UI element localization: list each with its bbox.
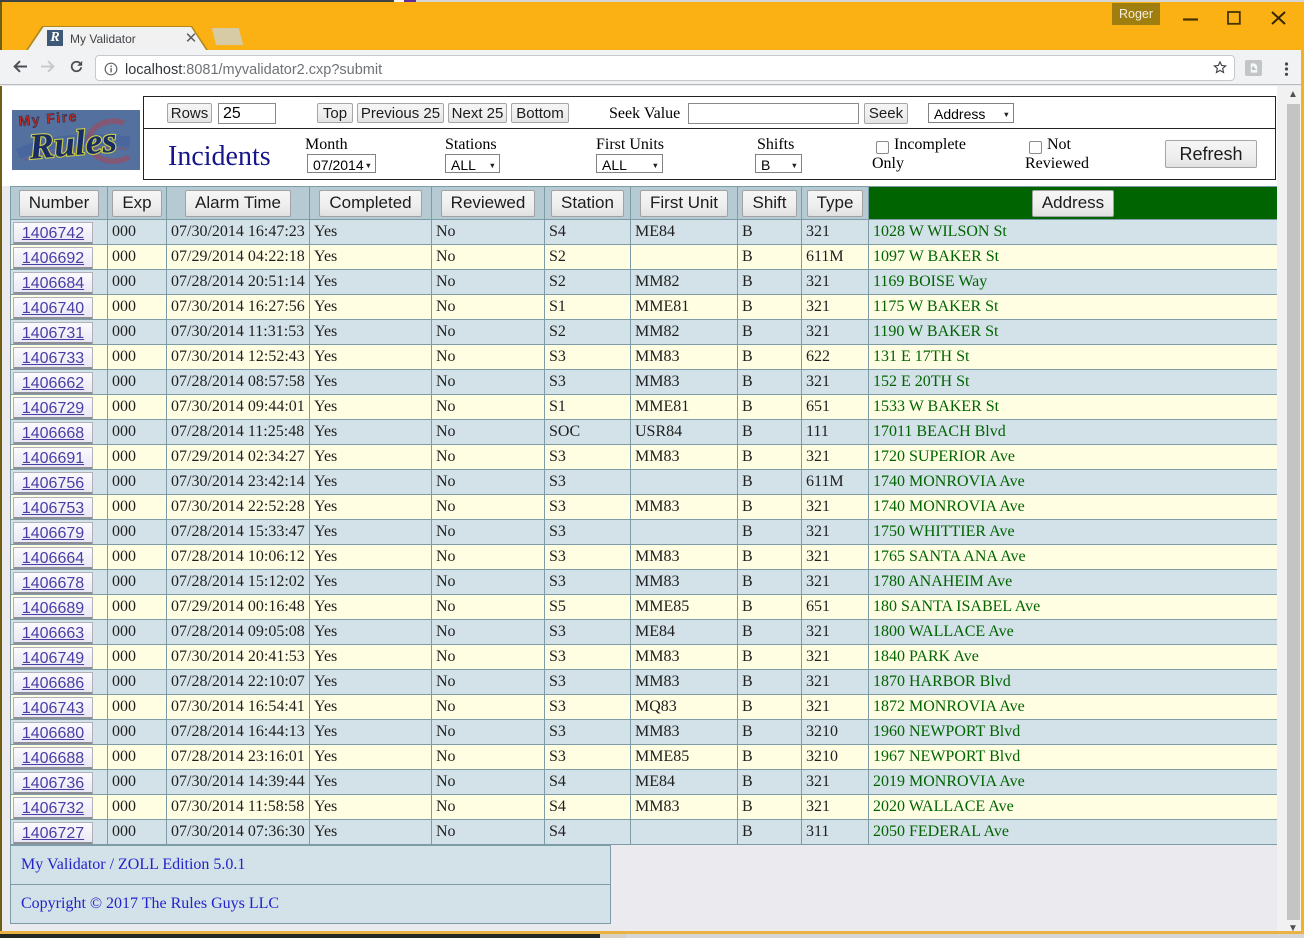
svg-text:Rules: Rules [26, 119, 118, 167]
